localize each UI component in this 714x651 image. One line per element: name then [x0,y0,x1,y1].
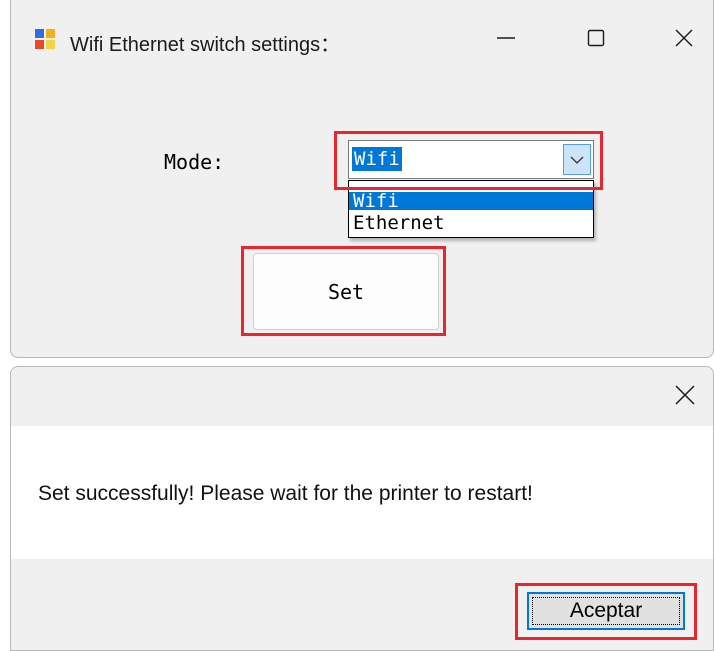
mode-dropdown-list: Wifi Ethernet [348,180,594,238]
dialog-title-bar[interactable] [11,367,713,427]
dropdown-arrow-button[interactable] [563,144,591,175]
app-icon [35,29,55,49]
close-button[interactable] [659,18,709,62]
aceptar-button[interactable]: Aceptar [527,592,685,630]
message-dialog: Set successfully! Please wait for the pr… [10,366,714,651]
aceptar-label: Aceptar [569,599,643,622]
maximize-button[interactable] [571,18,621,62]
dropdown-option-wifi[interactable]: Wifi [349,192,593,210]
message-area: Set successfully! Please wait for the pr… [11,426,713,559]
window-title: Wifi Ethernet switch settings： [70,34,341,56]
set-button[interactable]: Set [253,253,439,330]
dialog-close-button[interactable] [667,379,703,415]
minimize-button[interactable] [481,18,531,62]
settings-window: Wifi Ethernet switch settings： Mode: Wif… [10,0,714,358]
minimize-icon [496,28,516,52]
message-text: Set successfully! Please wait for the pr… [38,482,533,505]
chevron-down-icon [570,150,584,169]
mode-label: Mode: [164,150,225,174]
mode-selected-value: Wifi [352,147,402,171]
mode-combobox[interactable]: Wifi [348,140,594,179]
title-bar[interactable]: Wifi Ethernet switch settings： [11,0,713,80]
dropdown-option-ethernet[interactable]: Ethernet [349,212,593,234]
maximize-icon [586,28,606,52]
close-icon [674,384,696,410]
close-icon [674,28,694,52]
